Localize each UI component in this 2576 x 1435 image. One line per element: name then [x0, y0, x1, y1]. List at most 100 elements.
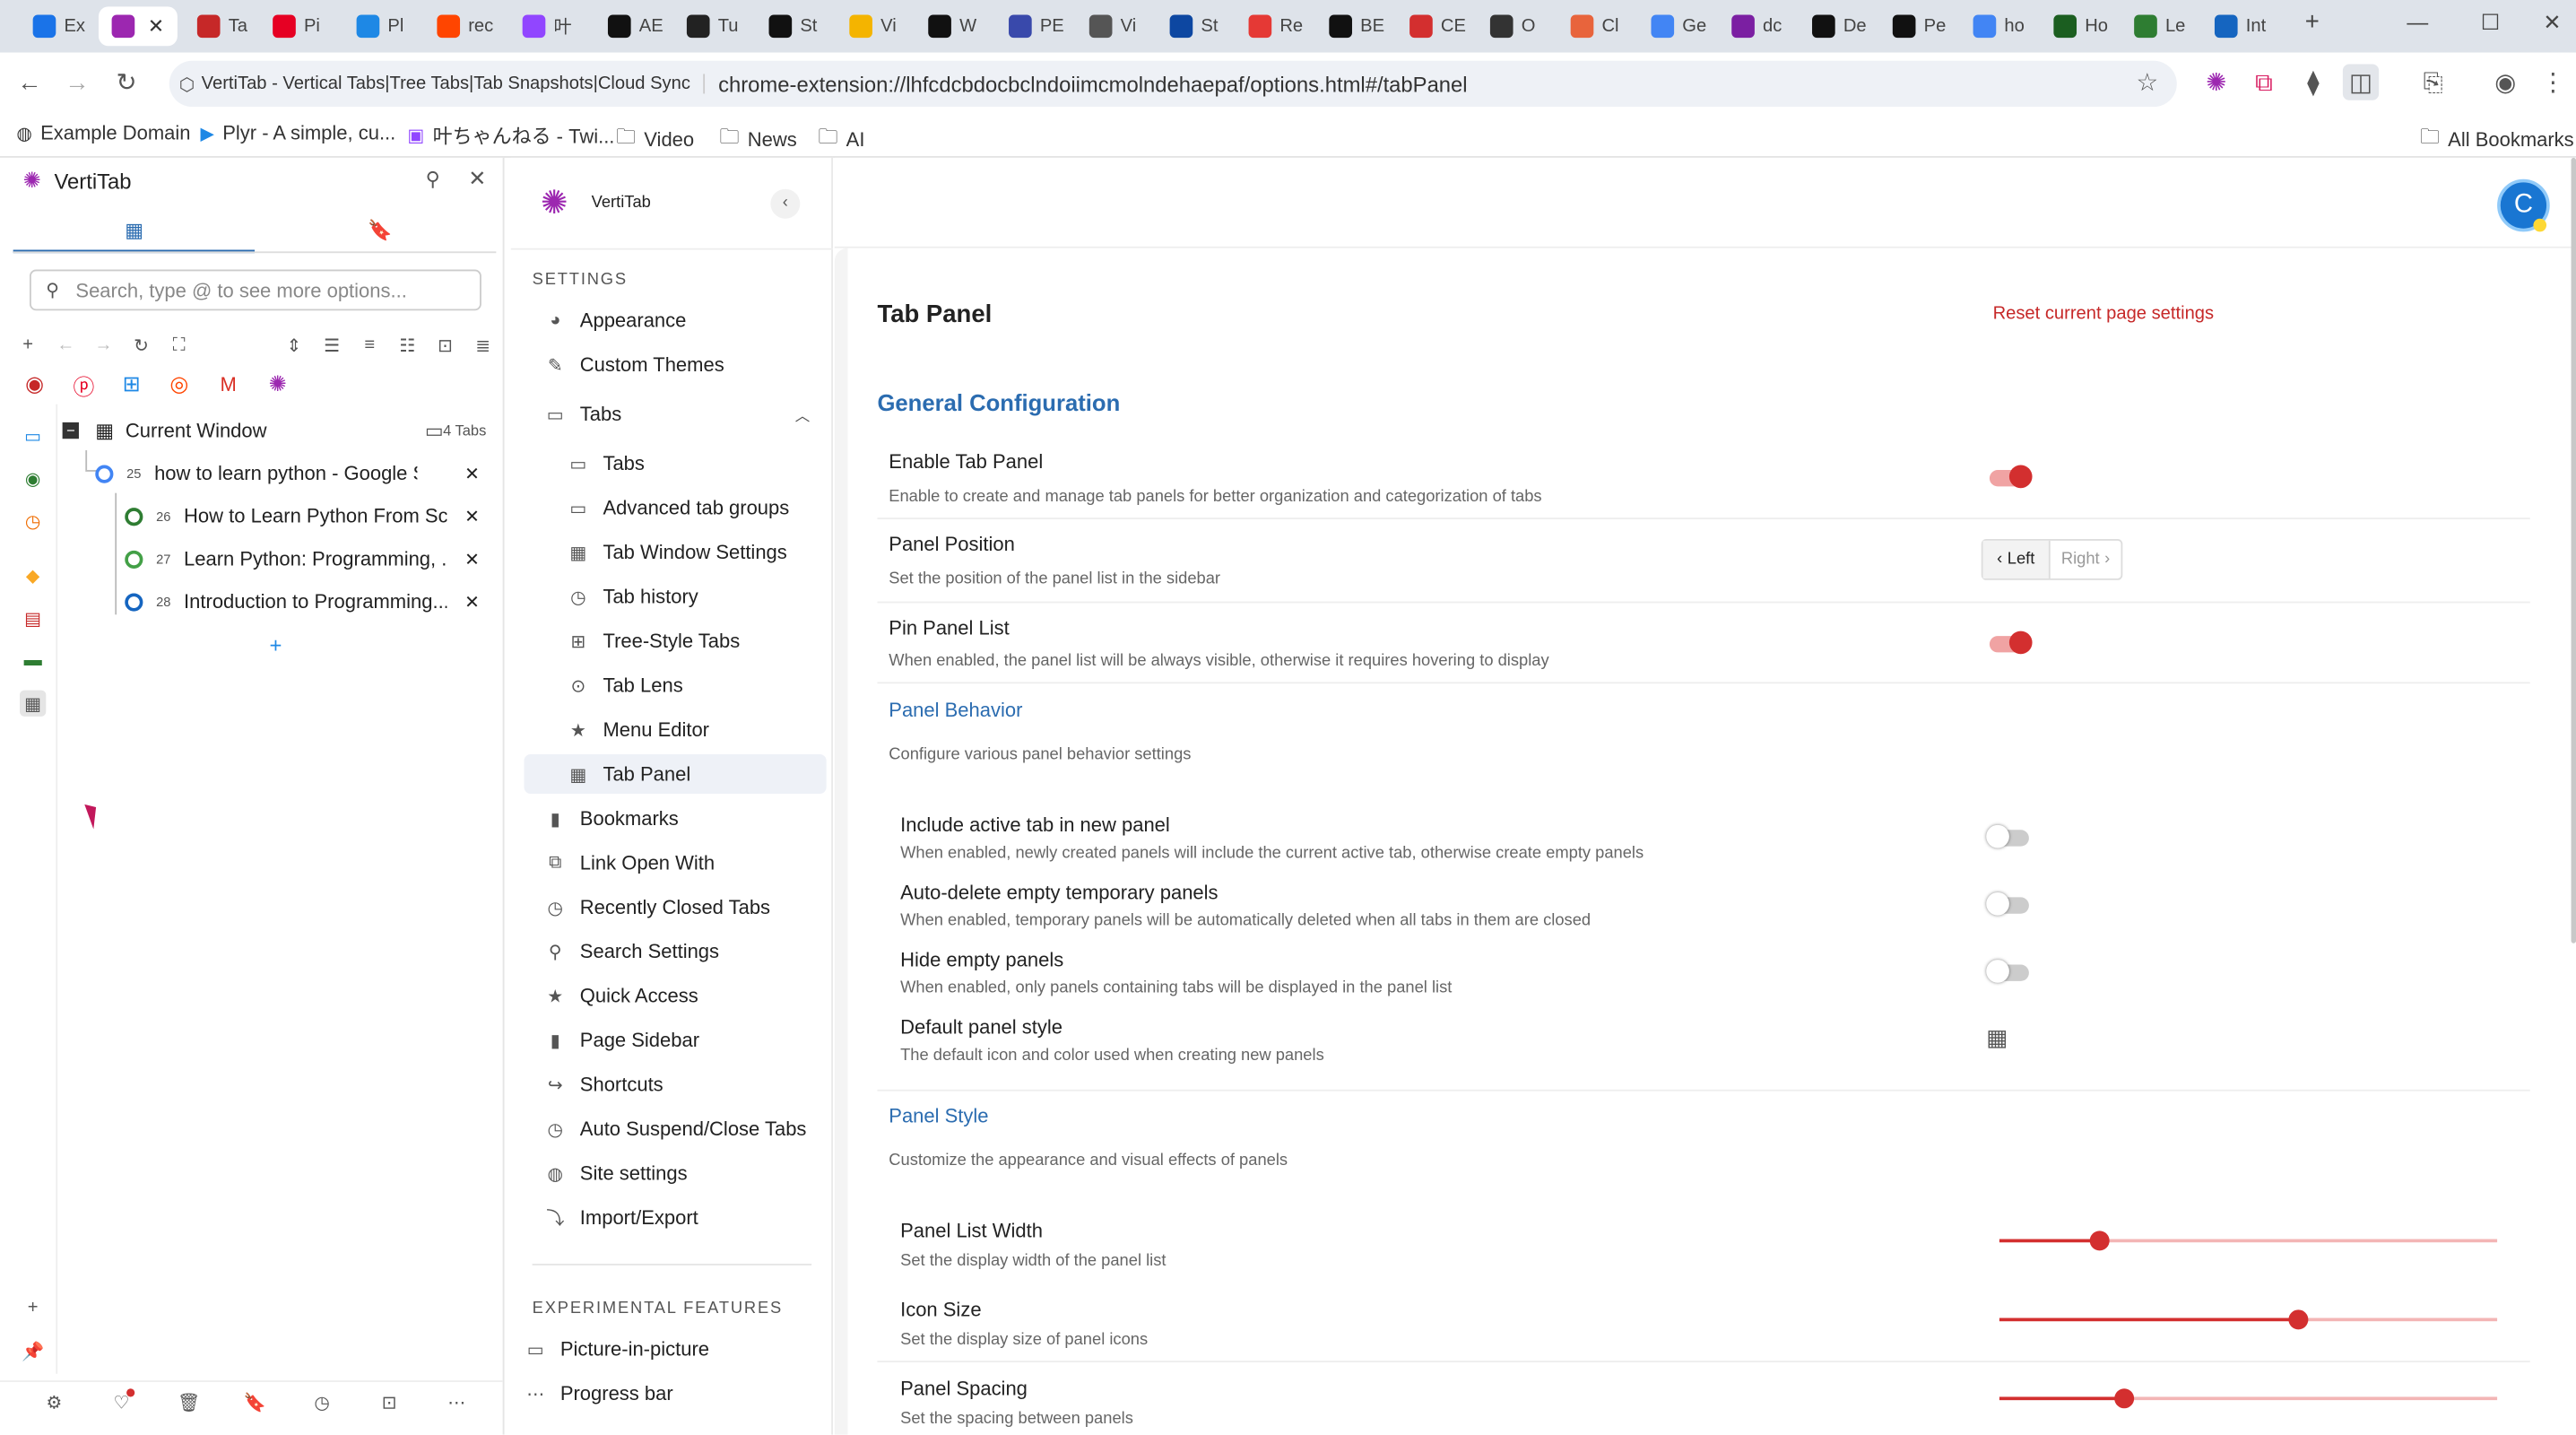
maximize-icon[interactable]: ☐	[2481, 10, 2500, 36]
reddit-icon[interactable]: ◎	[166, 371, 192, 397]
slider-handle[interactable]	[2288, 1309, 2309, 1330]
camera-icon[interactable]: ⊡	[377, 1388, 403, 1414]
eye-icon[interactable]: ◉	[20, 465, 46, 491]
add-panel-icon[interactable]: +	[20, 1295, 46, 1321]
nav-item-auto-suspend-close-tabs[interactable]: ◷ Auto Suspend/Close Tabs	[525, 1109, 827, 1149]
new-tab-button[interactable]: +	[2305, 8, 2320, 36]
position-right-button[interactable]: Right ›	[2051, 541, 2121, 578]
width-slider[interactable]	[1999, 1231, 2498, 1251]
autodel-toggle[interactable]	[1986, 891, 2029, 916]
browser-tab[interactable]: Int	[2201, 6, 2274, 46]
nav-item-appearance[interactable]: ◕ Appearance	[525, 300, 827, 340]
reload-icon[interactable]: ↻	[108, 64, 144, 100]
close-icon[interactable]: ✕	[464, 548, 480, 570]
browser-tab[interactable]: dc	[1719, 6, 1791, 46]
address-bar[interactable]: ⬡ VertiTab - Vertical Tabs|Tree Tabs|Tab…	[169, 60, 2177, 108]
profile-icon[interactable]: ◉	[2487, 64, 2523, 100]
bookmark-twitch[interactable]: ▣ 叶ちゃんねる - Twi...	[407, 122, 614, 150]
history-icon[interactable]: ◷	[20, 508, 46, 534]
nav-item-picture-in-picture[interactable]: ▭ Picture-in-picture	[525, 1329, 827, 1369]
nav-item-tabs[interactable]: ▭ Tabs	[525, 444, 827, 483]
nav-item-tab-lens[interactable]: ⊙ Tab Lens	[525, 665, 827, 705]
list-icon[interactable]: ☷	[395, 332, 421, 358]
bookmark-icon[interactable]: 🔖	[241, 1388, 267, 1414]
side-panel-icon[interactable]: ◫	[2342, 64, 2380, 100]
grid-icon[interactable]: ▦	[1986, 1024, 2008, 1052]
nav-item-menu-editor[interactable]: ★ Menu Editor	[525, 710, 827, 750]
close-icon[interactable]: ✕	[464, 591, 480, 613]
snapshot-icon[interactable]: ⊡	[432, 332, 458, 358]
cast-icon[interactable]: ⎘	[2415, 64, 2450, 100]
nav-item-site-settings[interactable]: ◍ Site settings	[525, 1153, 827, 1193]
window-icon[interactable]: ▭	[20, 422, 46, 448]
nav-item-search-settings[interactable]: ⚲ Search Settings	[525, 932, 827, 971]
nav-item-shortcuts[interactable]: ↪ Shortcuts	[525, 1065, 827, 1104]
bilibili-icon[interactable]: ⊞	[118, 371, 144, 397]
browser-tab[interactable]: Tu	[673, 6, 746, 46]
calendar-icon[interactable]: ▤	[20, 604, 46, 631]
add-icon[interactable]: +	[14, 332, 40, 358]
bookmarks-view-icon[interactable]: 🔖	[368, 219, 392, 242]
slider-handle[interactable]	[2088, 1231, 2109, 1251]
window-row[interactable]: − ▦ Current Window ▭ 4 Tabs	[59, 411, 496, 450]
chevron-up-icon[interactable]: ︿	[795, 404, 811, 425]
tab-row[interactable]: 26 How to Learn Python From Sc... ✕	[125, 496, 490, 535]
browser-tab[interactable]: St	[1157, 6, 1229, 46]
nav-item-custom-themes[interactable]: ✎ Custom Themes	[525, 345, 827, 385]
folder-icon[interactable]: ▬	[20, 648, 46, 674]
browser-tab[interactable]: Pe	[1879, 6, 1952, 46]
collapse-icon[interactable]: −	[62, 422, 79, 439]
include-toggle[interactable]	[1986, 824, 2029, 848]
pinterest-icon[interactable]: ⓟ	[71, 371, 97, 398]
browser-tab[interactable]: ho	[1960, 6, 2033, 46]
reload-icon[interactable]: ↻	[128, 332, 154, 358]
nav-item-import-export[interactable]: ⤵ Import/Export	[525, 1198, 827, 1238]
panel-icon[interactable]: ◆	[20, 562, 46, 588]
browser-tab[interactable]: ✕	[98, 6, 178, 47]
collapse-nav-icon[interactable]: ‹	[770, 188, 801, 219]
url-text[interactable]: chrome-extension://lhfcdcbdocbclndoiimcm…	[718, 72, 1468, 96]
forward-icon[interactable]: →	[59, 64, 95, 100]
browser-tab[interactable]: Cl	[1557, 6, 1630, 46]
bookmark-folder-ai[interactable]: 🗀 AI	[818, 122, 864, 156]
enable-toggle[interactable]	[1989, 465, 2033, 489]
target-icon[interactable]: ◉	[22, 371, 48, 397]
scrollbar[interactable]	[2571, 157, 2576, 944]
tab-row[interactable]: 28 Introduction to Programming... ✕	[125, 582, 490, 622]
browser-tab[interactable]: BE	[1316, 6, 1389, 46]
close-icon[interactable]: ✕	[468, 166, 486, 192]
bookmark-folder-video[interactable]: 🗀 Video	[616, 122, 694, 156]
browser-tab[interactable]: W	[915, 6, 988, 46]
browser-tab[interactable]: Le	[2121, 6, 2193, 46]
browser-tab[interactable]: Re	[1236, 6, 1308, 46]
nav-item-tree-style-tabs[interactable]: ⊞ Tree-Style Tabs	[525, 622, 827, 661]
tab-row[interactable]: 27 Learn Python: Programming, ... ✕	[125, 539, 490, 578]
bookmark-example[interactable]: ◍ Example Domain	[16, 122, 190, 145]
browser-tab[interactable]: Ge	[1638, 6, 1711, 46]
slider-handle[interactable]	[2113, 1388, 2134, 1409]
pin-icon[interactable]: ⚲	[426, 168, 440, 191]
hide-toggle[interactable]	[1986, 960, 2029, 983]
nav-item-tab-panel[interactable]: ▦ Tab Panel	[524, 754, 827, 795]
browser-tab[interactable]: AE	[594, 6, 667, 46]
pin-toggle[interactable]	[1989, 631, 2033, 655]
sort-icon[interactable]: ≡	[357, 332, 383, 358]
reset-settings-link[interactable]: Reset current page settings	[1993, 304, 2215, 324]
browser-tab[interactable]: Vi	[1076, 6, 1149, 46]
nav-item-advanced-tab-groups[interactable]: ▭ Advanced tab groups	[525, 488, 827, 527]
puzzle-icon[interactable]: ⧫	[2295, 64, 2331, 100]
tab-row[interactable]: 25 how to learn python - Google Se... ✕	[95, 454, 490, 493]
pin-icon[interactable]: 📌	[20, 1337, 46, 1363]
nav-item-page-sidebar[interactable]: ▮ Page Sidebar	[525, 1021, 827, 1060]
grid-icon[interactable]: ▦	[19, 690, 47, 717]
forward-icon[interactable]: →	[91, 332, 117, 358]
spacing-slider[interactable]	[1999, 1388, 2498, 1409]
search-input[interactable]: ⚲ Search, type @ to see more options...	[29, 269, 481, 311]
position-left-button[interactable]: ‹ Left	[1982, 540, 2051, 578]
browser-tab[interactable]: Ho	[2041, 6, 2113, 46]
star-icon[interactable]: ☆	[2129, 64, 2165, 100]
browser-tab[interactable]: O	[1477, 6, 1549, 46]
browser-tab[interactable]: 叶	[509, 6, 582, 46]
minimize-icon[interactable]: —	[2407, 10, 2428, 34]
trash-icon[interactable]: 🗑	[176, 1388, 202, 1414]
